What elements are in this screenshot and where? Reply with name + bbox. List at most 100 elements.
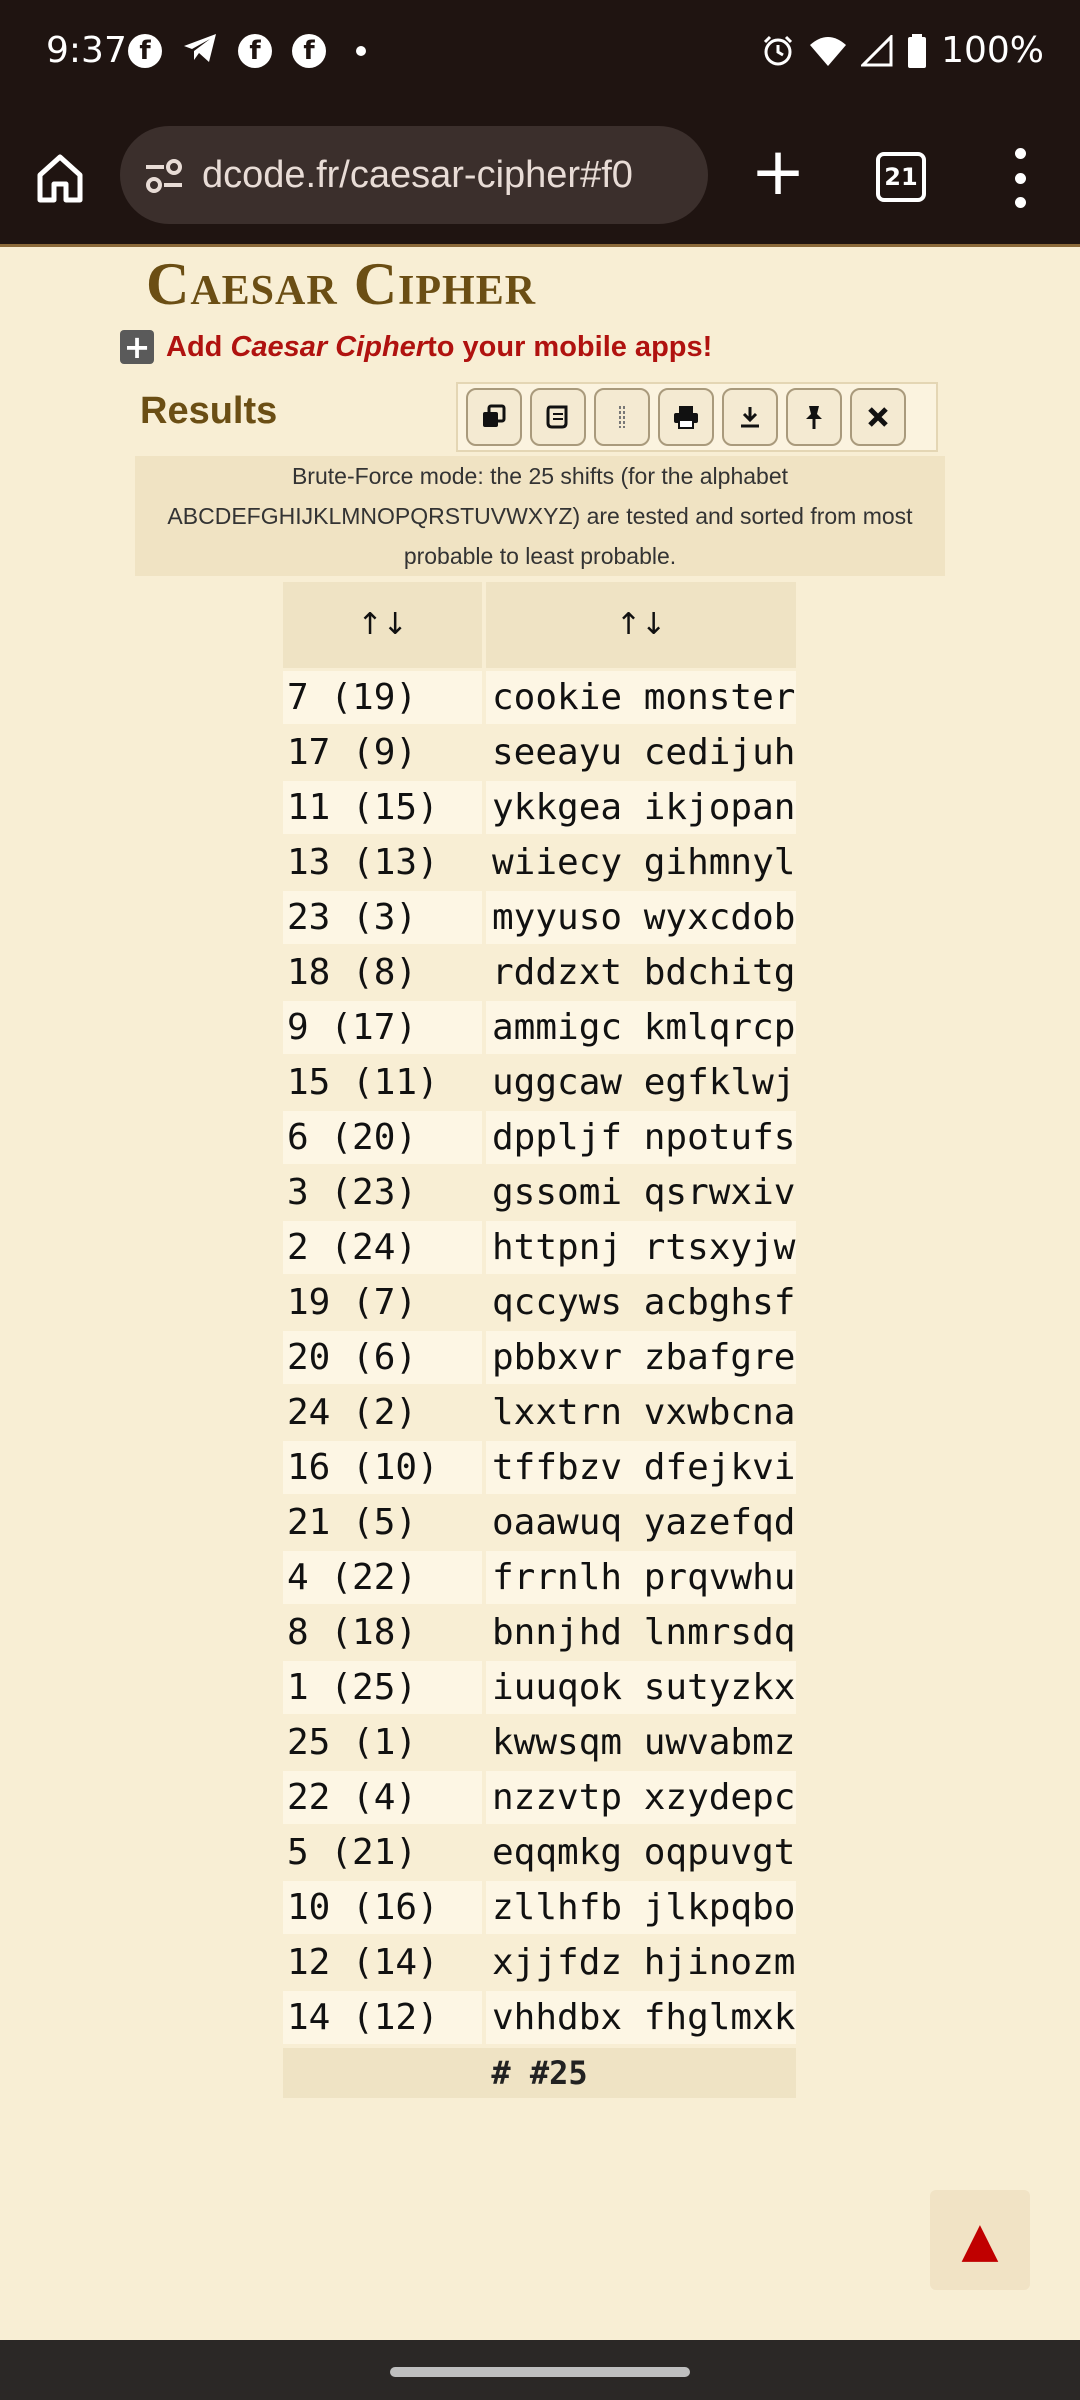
split-icon <box>619 406 625 428</box>
shift-cell: 2 (24) <box>283 1221 482 1274</box>
shift-cell: 18 (8) <box>283 946 482 999</box>
split-button[interactable] <box>594 388 650 446</box>
decoded-text-cell: tffbzv dfejkvi <box>486 1441 796 1494</box>
decoded-text-cell: lxxtrn vxwbcna <box>486 1386 796 1439</box>
decoded-text-cell: vhhdbx fhglmxk <box>486 1991 796 2044</box>
print-icon <box>674 406 698 429</box>
alarm-icon <box>761 34 795 68</box>
decoded-text-cell: ykkgea ikjopan <box>486 781 796 834</box>
facebook-icon: f <box>128 33 162 68</box>
plus-icon: + <box>120 328 154 366</box>
shift-cell: 11 (15) <box>283 781 482 834</box>
copy-icon <box>483 404 506 427</box>
shift-cell: 23 (3) <box>283 891 482 944</box>
table-footer: # #25 <box>283 2048 796 2098</box>
download-button[interactable] <box>722 388 778 446</box>
shift-cell: 9 (17) <box>283 1001 482 1054</box>
shift-cell: 19 (7) <box>283 1276 482 1329</box>
decoded-text-cell: kwwsqm uwvabmz <box>486 1716 796 1769</box>
shift-cell: 8 (18) <box>283 1606 482 1659</box>
print-button[interactable] <box>658 388 714 446</box>
menu-button[interactable] <box>1010 148 1030 208</box>
shift-cell: 3 (23) <box>283 1166 482 1219</box>
close-button[interactable] <box>850 388 906 446</box>
table-row: 4 (22) frrnlh prqvwhu <box>283 1551 796 1604</box>
scroll-icon <box>546 405 568 429</box>
shift-cell: 22 (4) <box>283 1771 482 1824</box>
table-row: 2 (24) httpnj rtsxyjw <box>283 1221 796 1274</box>
table-row: 10 (16) zllhfb jlkpqbo <box>283 1881 796 1934</box>
add-em: Caesar Cipher <box>230 330 428 363</box>
table-row: 5 (21) eqqmkg oqpuvgt <box>283 1826 796 1879</box>
shift-cell: 13 (13) <box>283 836 482 889</box>
table-header: ↑↓ ↑↓ <box>283 582 796 668</box>
shift-cell: 4 (22) <box>283 1551 482 1604</box>
results-heading: Results <box>140 390 278 432</box>
decoded-text-cell: uggcaw egfklwj <box>486 1056 796 1109</box>
shift-cell: 7 (19) <box>283 671 482 724</box>
shift-cell: 15 (11) <box>283 1056 482 1109</box>
table-row: 25 (1) kwwsqm uwvabmz <box>283 1716 796 1769</box>
tab-switcher-button[interactable]: 21 <box>876 152 926 202</box>
shift-cell: 10 (16) <box>283 1881 482 1934</box>
shift-cell: 25 (1) <box>283 1716 482 1769</box>
table-row: 23 (3) myyuso wyxcdob <box>283 891 796 944</box>
shift-cell: 12 (14) <box>283 1936 482 1989</box>
page-title: Caesar Cipher <box>146 251 537 317</box>
home-button[interactable] <box>30 148 90 208</box>
decoded-text-cell: seeayu cedijuh <box>486 726 796 779</box>
telegram-icon <box>182 32 218 69</box>
decoded-text-cell: frrnlh prqvwhu <box>486 1551 796 1604</box>
battery-percent: 100% <box>941 30 1044 71</box>
table-row: 14 (12) vhhdbx fhglmxk <box>283 1991 796 2044</box>
decoded-text-cell: pbbxvr zbafgre <box>486 1331 796 1384</box>
table-row: 17 (9) seeayu cedijuh <box>283 726 796 779</box>
gesture-handle[interactable] <box>390 2367 690 2377</box>
url-text[interactable]: dcode.fr/caesar-cipher#f0 <box>202 154 692 197</box>
table-row: 12 (14) xjjfdz hjinozm <box>283 1936 796 1989</box>
table-row: 1 (25) iuuqok sutyzkx <box>283 1661 796 1714</box>
table-row: 19 (7) qccyws acbghsf <box>283 1276 796 1329</box>
decoded-text-cell: xjjfdz hjinozm <box>486 1936 796 1989</box>
table-row: 11 (15) ykkgea ikjopan <box>283 781 796 834</box>
decoded-text-cell: wiiecy gihmnyl <box>486 836 796 889</box>
site-settings-icon[interactable] <box>142 155 186 195</box>
divider <box>0 244 1080 247</box>
decoded-text-cell: rddzxt bdchitg <box>486 946 796 999</box>
sort-text-button[interactable]: ↑↓ <box>486 582 796 668</box>
table-row: 9 (17) ammigc kmlqrcp <box>283 1001 796 1054</box>
decoded-text-cell: oaawuq yazefqd <box>486 1496 796 1549</box>
status-bar: 9:37 f f f 100% <box>0 0 1080 108</box>
table-row: 3 (23) gssomi qsrwxiv <box>283 1166 796 1219</box>
pin-button[interactable] <box>786 388 842 446</box>
decoded-text-cell: gssomi qsrwxiv <box>486 1166 796 1219</box>
sort-shift-button[interactable]: ↑↓ <box>283 582 482 668</box>
shift-cell: 21 (5) <box>283 1496 482 1549</box>
battery-icon <box>907 33 927 68</box>
decoded-text-cell: iuuqok sutyzkx <box>486 1661 796 1714</box>
add-prefix: Add <box>166 330 223 363</box>
shift-cell: 14 (12) <box>283 1991 482 2044</box>
shift-cell: 17 (9) <box>283 726 482 779</box>
scroll-button[interactable] <box>530 388 586 446</box>
add-to-apps-link[interactable]: + Add Caesar Cipher to your mobile apps! <box>120 328 712 366</box>
status-time: 9:37 <box>46 30 127 71</box>
decoded-text-cell: cookie monster <box>486 671 796 724</box>
address-bar[interactable]: dcode.fr/caesar-cipher#f0 <box>120 126 708 224</box>
facebook-icon: f <box>292 33 326 68</box>
table-row: 22 (4) nzzvtp xzydepc <box>283 1771 796 1824</box>
decoded-text-cell: nzzvtp xzydepc <box>486 1771 796 1824</box>
decoded-text-cell: qccyws acbghsf <box>486 1276 796 1329</box>
table-row: 7 (19) cookie monster <box>283 671 796 724</box>
table-row: 18 (8) rddzxt bdchitg <box>283 946 796 999</box>
pin-icon <box>806 406 822 429</box>
back-to-top-button[interactable]: ▲ <box>930 2190 1030 2290</box>
new-tab-button[interactable]: + <box>748 139 808 205</box>
table-row: 13 (13) wiiecy gihmnyl <box>283 836 796 889</box>
results-toolbar <box>456 382 938 452</box>
notification-icons: f f f <box>128 32 366 69</box>
decoded-text-cell: ammigc kmlqrcp <box>486 1001 796 1054</box>
copy-button[interactable] <box>466 388 522 446</box>
decoded-text-cell: dppljf npotufs <box>486 1111 796 1164</box>
table-row: 24 (2) lxxtrn vxwbcna <box>283 1386 796 1439</box>
